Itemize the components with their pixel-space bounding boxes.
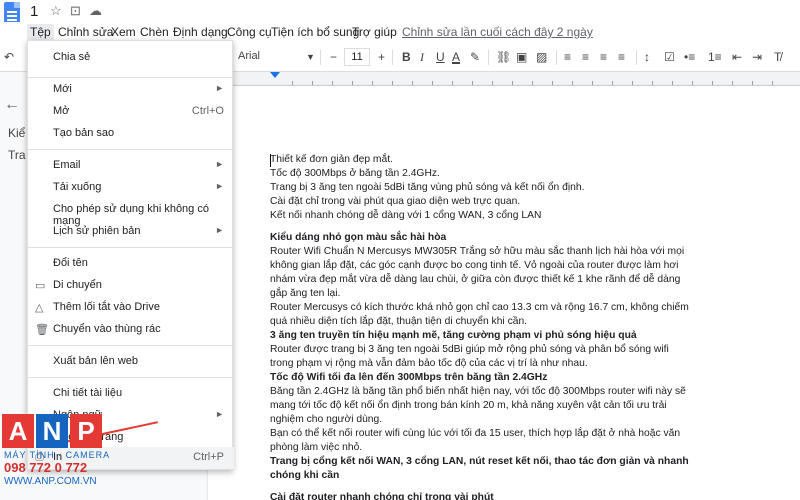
- ruler[interactable]: [232, 72, 800, 86]
- menu-item-offline[interactable]: Cho phép sử dụng khi không có mạng: [28, 199, 234, 227]
- menu-item-publish[interactable]: Xuất bản lên web: [28, 351, 234, 373]
- menu-item-share[interactable]: Chia sẻ: [28, 47, 234, 69]
- anp-letter: A: [2, 414, 34, 448]
- highlight-icon[interactable]: ✎: [470, 50, 480, 64]
- doc-line: Tốc độ 300Mbps ở băng tần 2.4GHz.: [270, 168, 440, 179]
- clear-formatting-icon[interactable]: T̸: [774, 50, 781, 64]
- menu-item-version-history[interactable]: Lịch sử phiên bản ►: [28, 221, 234, 243]
- numbered-list-icon[interactable]: 1≡: [708, 50, 722, 64]
- doc-line: Băng tần 2.4GHz là băng tần phổ biến nhấ…: [270, 386, 686, 397]
- doc-line: Thiết kế đơn giản đẹp mắt.: [270, 154, 393, 165]
- doc-heading: 3 ăng ten truyền tín hiệu mạnh mẽ, tăng …: [270, 330, 637, 341]
- align-justify-icon[interactable]: ≡: [618, 50, 625, 64]
- file-menu: Chia sẻ Mới ► Mở Ctrl+O Tạo bản sao Email ►…: [27, 40, 234, 470]
- doc-line: Bạn có thể kết nối router wifi cùng lúc …: [270, 428, 681, 439]
- last-edit-link[interactable]: Chỉnh sửa lần cuối cách đây 2 ngày: [402, 25, 593, 39]
- font-size-input[interactable]: 11: [344, 48, 370, 66]
- toolbar-divider: [320, 50, 321, 65]
- menu-item-move[interactable]: ▭ Di chuyển: [28, 275, 234, 297]
- menu-item-add-shortcut[interactable]: △ Thêm lối tắt vào Drive: [28, 297, 234, 319]
- anp-letter: P: [70, 414, 102, 448]
- align-right-icon[interactable]: ≡: [600, 50, 607, 64]
- move-to-folder-icon[interactable]: ⊡: [70, 3, 81, 19]
- menu-view[interactable]: Xem: [108, 24, 139, 40]
- underline-button[interactable]: U: [436, 50, 445, 64]
- toolbar-divider: [392, 50, 393, 65]
- font-dropdown-icon[interactable]: ▼: [306, 52, 315, 62]
- menu-item-new[interactable]: Mới ►: [28, 79, 234, 101]
- back-arrow-icon[interactable]: ←: [4, 96, 20, 114]
- doc-line: Trang bị 3 ăng ten ngoài 5dBi tăng vùng …: [270, 182, 585, 193]
- anp-letter: N: [36, 414, 68, 448]
- toolbar-divider: [556, 50, 557, 65]
- anp-phone: 098 772 0 772: [4, 460, 88, 475]
- checklist-icon[interactable]: ☑: [664, 50, 675, 64]
- menu-format[interactable]: Định dạng: [170, 24, 231, 40]
- doc-line: nhám vừa đẹp mắt vừa dễ dàng lau chùi, ở…: [270, 274, 681, 285]
- menu-item-download[interactable]: Tải xuống ►: [28, 177, 234, 199]
- doc-heading: Kiểu dáng nhỏ gọn màu sắc hài hòa: [270, 232, 447, 243]
- italic-button[interactable]: I: [420, 50, 424, 65]
- menu-item-rename[interactable]: Đổi tên: [28, 253, 234, 275]
- trash-icon: 🗑: [35, 324, 49, 336]
- doc-line: quá nhiều diện tích lắp đặt, thuận tiện …: [270, 316, 528, 327]
- menu-help[interactable]: Trợ giúp: [349, 24, 400, 40]
- menu-item-details[interactable]: Chi tiết tài liệu: [28, 383, 234, 405]
- menu-insert[interactable]: Chèn: [137, 24, 172, 40]
- doc-line: mang tới tốc độ kết nối ổn định trong bá…: [270, 400, 667, 411]
- menu-bar: Tệp Chỉnh sửa Xem Chèn Định dạng Công cụ…: [0, 22, 800, 42]
- doc-line: nghiệm cho người dùng.: [270, 414, 383, 425]
- line-spacing-icon[interactable]: ↕: [644, 50, 650, 64]
- comment-icon[interactable]: ▣: [516, 50, 527, 64]
- doc-heading: chóng khi cần: [270, 470, 340, 481]
- document-title[interactable]: 1: [30, 3, 38, 20]
- toolbar-divider: [488, 50, 489, 65]
- doc-line: phòng làm việc nhỏ.: [270, 442, 363, 453]
- image-icon[interactable]: ▨: [536, 50, 547, 64]
- indent-marker[interactable]: [270, 72, 280, 78]
- text-color-button[interactable]: A: [452, 50, 460, 64]
- menu-item-make-copy[interactable]: Tạo bản sao: [28, 123, 234, 145]
- doc-line: trong phạm vị rộng mà vẫn đảm bảo tốc độ…: [270, 358, 588, 369]
- docs-logo-icon[interactable]: [4, 2, 20, 24]
- menu-item-open[interactable]: Mở Ctrl+O: [28, 101, 234, 123]
- outline-item[interactable]: Kiể: [8, 126, 25, 140]
- doc-line: Router Mercusys có kích thước khá nhỏ gọ…: [270, 302, 689, 313]
- drive-icon: △: [35, 302, 44, 314]
- bold-button[interactable]: B: [402, 50, 411, 64]
- anp-slogan: MÁY TÍNH · CAMERA: [4, 450, 111, 460]
- undo-icon[interactable]: ↶: [4, 50, 14, 64]
- doc-line: gắp ăng ten lại.: [270, 288, 341, 299]
- increase-indent-icon[interactable]: ⇥: [752, 50, 762, 64]
- align-center-icon[interactable]: ≡: [582, 50, 589, 64]
- increase-font-button[interactable]: +: [378, 50, 385, 64]
- title-bar: 1 ☆ ⊡ ☁: [0, 0, 800, 24]
- toolbar-divider: [636, 50, 637, 65]
- anp-watermark-logo: A N P MÁY TÍNH · CAMERA 098 772 0 772 WW…: [2, 414, 114, 498]
- star-icon[interactable]: ☆: [50, 3, 62, 19]
- align-left-icon[interactable]: ≡: [564, 50, 571, 64]
- outline-item[interactable]: Tra: [8, 148, 26, 162]
- decrease-indent-icon[interactable]: ⇤: [732, 50, 742, 64]
- folder-icon: ▭: [35, 280, 46, 292]
- doc-heading: Tốc độ Wifi tối đa lên đến 300Mbps trên …: [270, 372, 548, 383]
- menu-item-trash[interactable]: 🗑 Chuyển vào thùng rác: [28, 319, 234, 341]
- font-selector[interactable]: Arial: [234, 48, 316, 66]
- link-icon[interactable]: ⛓: [496, 50, 511, 64]
- cloud-status-icon[interactable]: ☁: [89, 3, 102, 19]
- bulleted-list-icon[interactable]: •≡: [684, 50, 695, 64]
- doc-line: Cài đặt chỉ trong vài phút qua giao diện…: [270, 196, 521, 207]
- doc-line: Router được trang bị 3 ăng ten ngoài 5dB…: [270, 344, 669, 355]
- menu-item-email[interactable]: Email ►: [28, 155, 234, 177]
- doc-line: Kết nối nhanh chóng dễ dàng với 1 cổng W…: [270, 210, 542, 221]
- document-page[interactable]: Thiết kế đơn giản đẹp mắt. Tốc độ 300Mbp…: [208, 86, 800, 500]
- doc-line: Router Wifi Chuẩn N Mercusys MW305R Trắn…: [270, 246, 685, 257]
- decrease-font-button[interactable]: −: [330, 50, 337, 64]
- doc-heading: Trang bị cổng kết nối WAN, 3 cổng LAN, n…: [270, 456, 689, 467]
- doc-line: không gian lắp đặt, các góc cạnh được bo…: [270, 260, 679, 271]
- menu-file[interactable]: Tệp: [27, 24, 54, 40]
- anp-website: WWW.ANP.COM.VN: [4, 476, 97, 487]
- doc-heading: Cài đặt router nhanh chóng chỉ trong vài…: [270, 492, 494, 500]
